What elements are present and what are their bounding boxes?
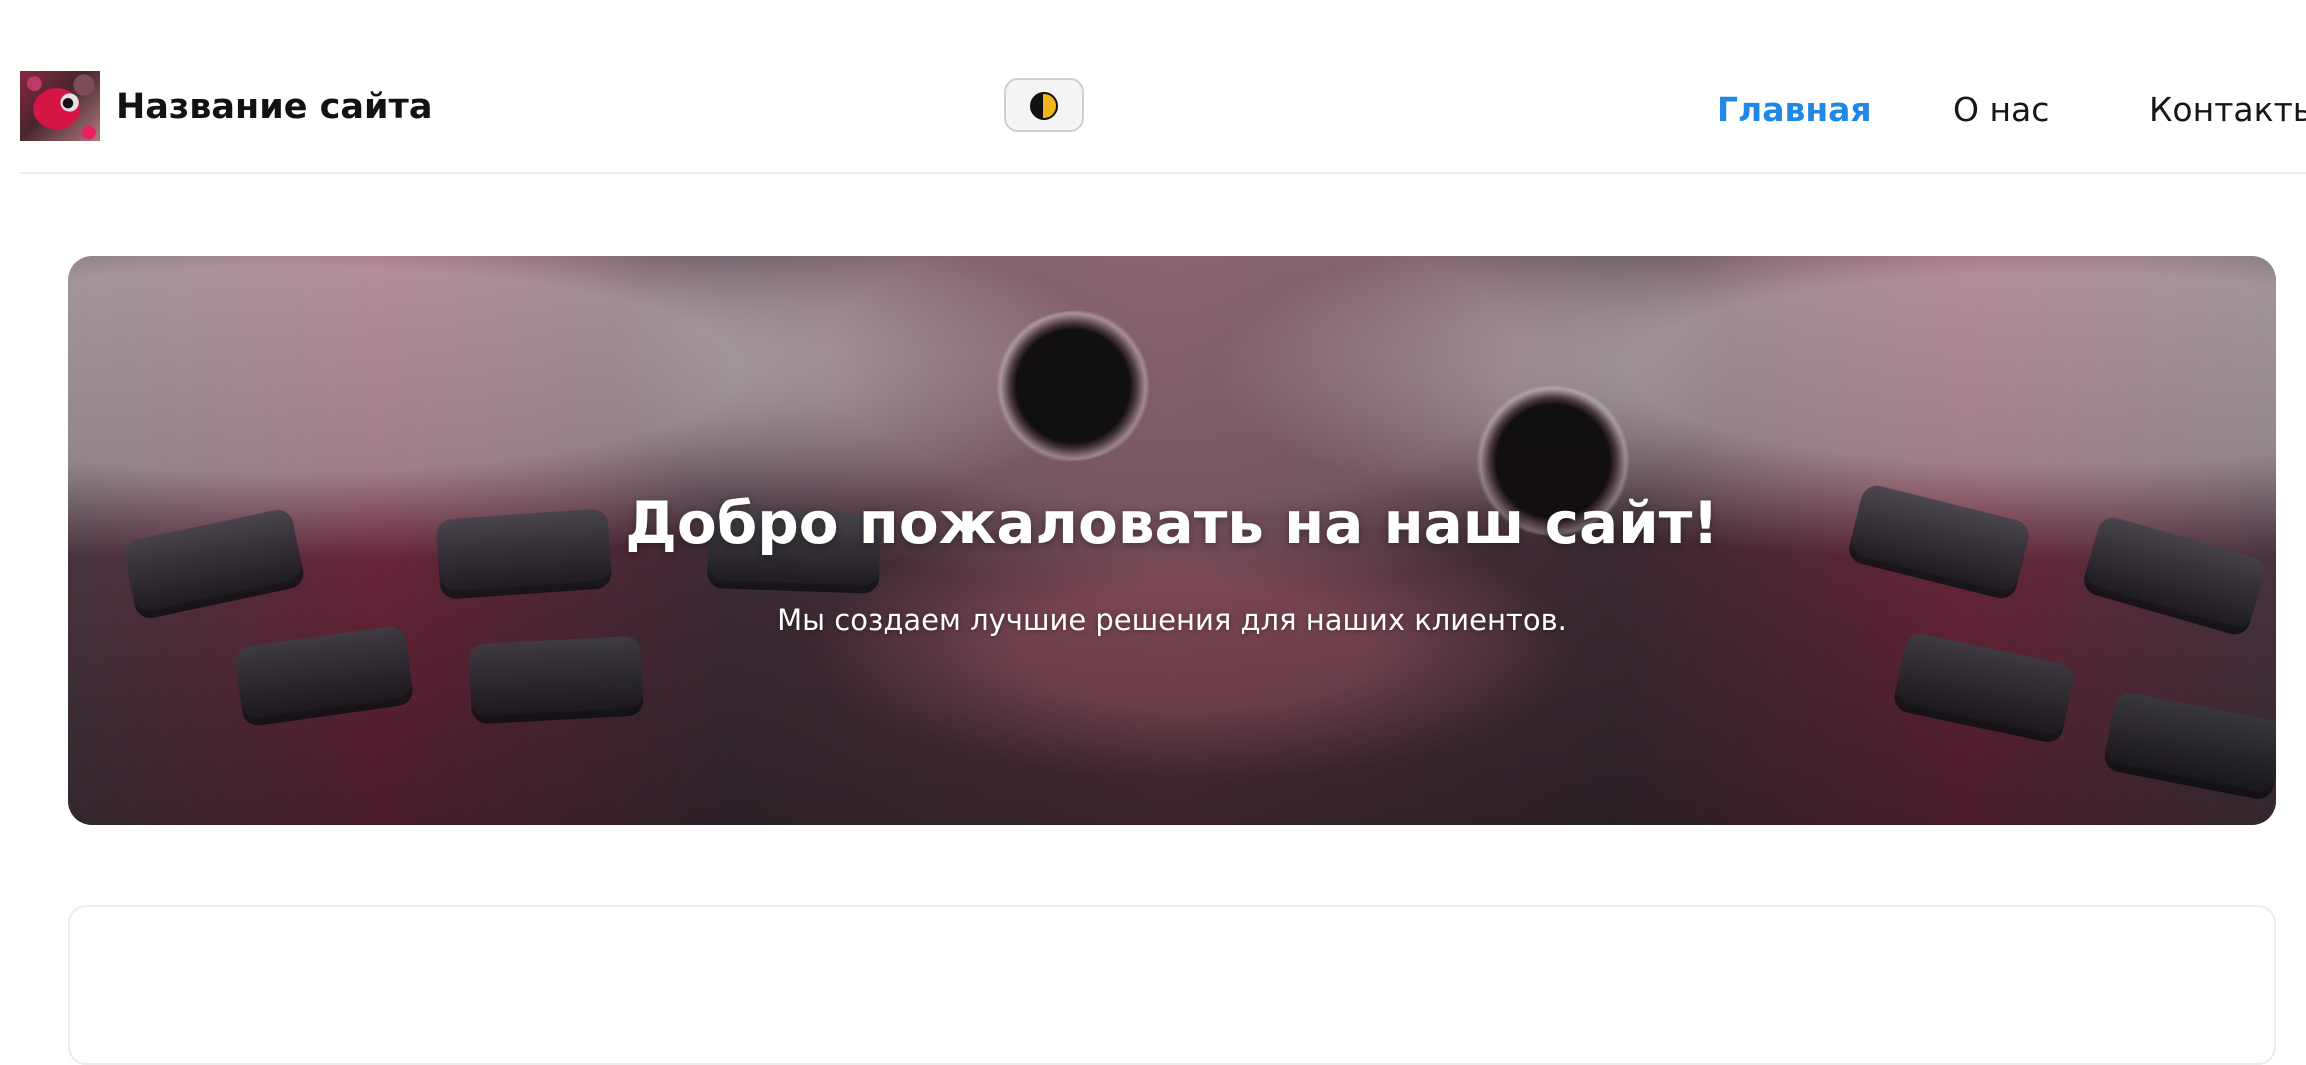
nav-contacts-link[interactable]: Контакты	[2149, 90, 2306, 130]
site-header: Название сайта Главная О нас Контакты	[20, 0, 2306, 174]
hero-subtitle: Мы создаем лучшие решения для наших клие…	[777, 603, 1567, 637]
half-moon-theme-icon	[1030, 92, 1058, 120]
hero-banner: Добро пожаловать на наш сайт! Мы создаем…	[68, 256, 2276, 825]
site-logo-cat-avatar[interactable]	[20, 71, 100, 141]
theme-toggle-button[interactable]	[1004, 78, 1084, 132]
hero-title: Добро пожаловать на наш сайт!	[625, 488, 1719, 557]
content-card	[68, 905, 2276, 1065]
site-title[interactable]: Название сайта	[116, 84, 432, 130]
nav-about-link[interactable]: О нас	[1953, 90, 2049, 130]
nav-home-link[interactable]: Главная	[1717, 90, 1872, 130]
